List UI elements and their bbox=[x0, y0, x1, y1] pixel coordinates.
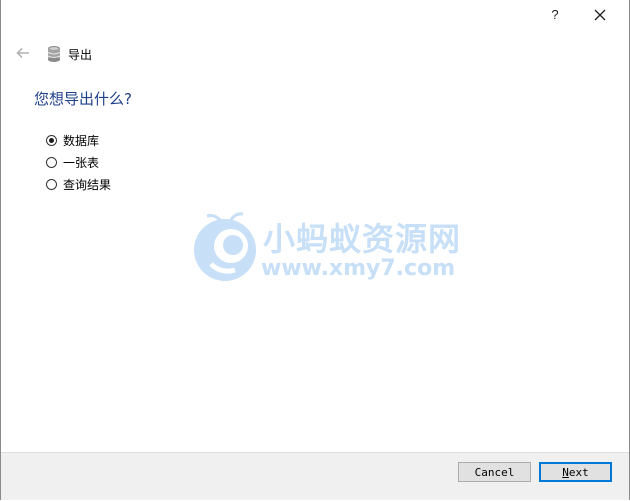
wizard-footer: Cancel Next bbox=[1, 452, 629, 500]
radio-database[interactable] bbox=[46, 134, 57, 146]
back-button[interactable] bbox=[13, 44, 33, 62]
watermark-title: 小蚂蚁资源网 bbox=[263, 220, 462, 258]
title-bar: ? bbox=[1, 0, 629, 32]
watermark: 小蚂蚁资源网 www.xmy7.com bbox=[191, 210, 460, 290]
database-icon bbox=[47, 46, 61, 62]
close-button[interactable] bbox=[585, 2, 615, 28]
help-button[interactable]: ? bbox=[542, 2, 568, 28]
ant-logo-icon bbox=[194, 212, 256, 281]
wizard-title: 导出 bbox=[68, 48, 93, 62]
next-label-rest: ext bbox=[568, 465, 589, 479]
radio-query-result[interactable] bbox=[46, 178, 57, 190]
option-query-result-label: 查询结果 bbox=[63, 177, 112, 192]
cancel-button[interactable]: Cancel bbox=[458, 462, 531, 482]
next-mnemonic: N bbox=[562, 465, 569, 479]
option-database[interactable]: 数据库 bbox=[46, 131, 99, 149]
close-icon bbox=[594, 9, 606, 21]
option-table[interactable]: 一张表 bbox=[46, 153, 99, 171]
next-button[interactable]: Next bbox=[539, 462, 612, 482]
option-table-label: 一张表 bbox=[63, 155, 100, 170]
radio-table[interactable] bbox=[46, 156, 57, 168]
wizard-nav: 导出 bbox=[1, 40, 629, 68]
watermark-url: www.xmy7.com bbox=[261, 256, 456, 281]
option-query-result[interactable]: 查询结果 bbox=[46, 175, 111, 193]
page-question: 您想导出什么? bbox=[34, 90, 132, 108]
option-database-label: 数据库 bbox=[63, 133, 100, 148]
export-wizard-window: ? 导出 您想导出什么? 数据库 一张表 查询结果 小蚂蚁资源网 www.xmy… bbox=[0, 0, 630, 500]
arrow-left-icon bbox=[16, 47, 29, 59]
